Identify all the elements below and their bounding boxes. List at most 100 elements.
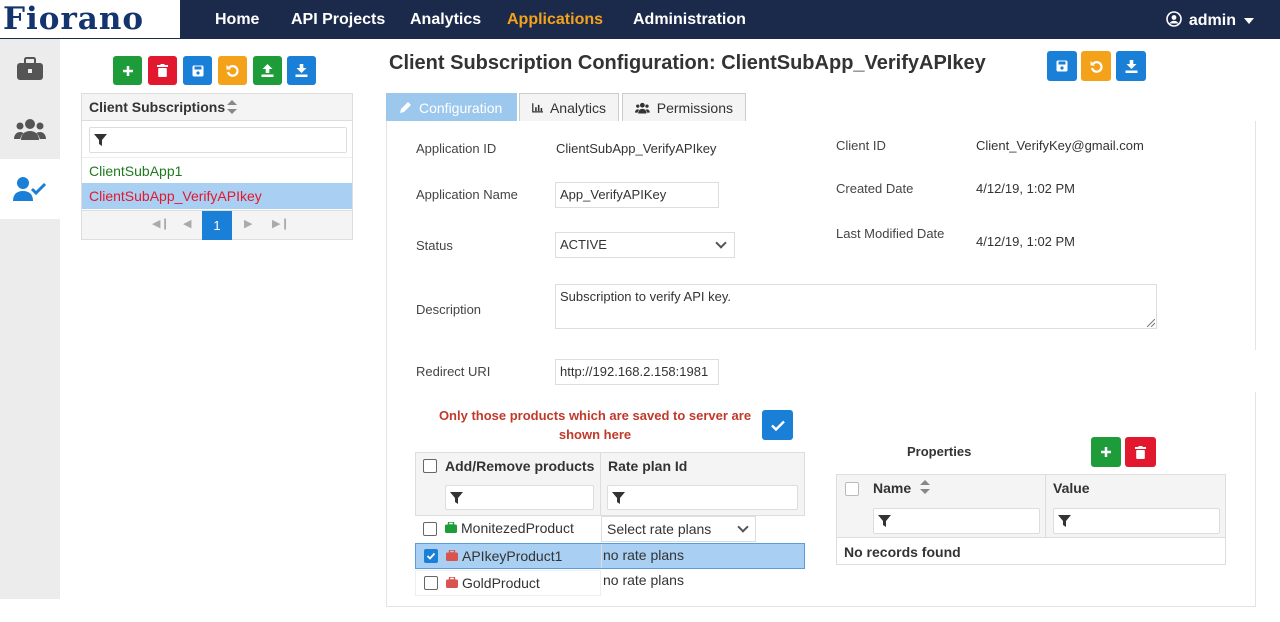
value-filter-input[interactable] [1053, 508, 1220, 534]
product-filter-input[interactable] [445, 485, 594, 510]
sidebar-item-projects[interactable] [0, 39, 60, 99]
sort-icon[interactable] [920, 480, 930, 494]
nav-administration[interactable]: Administration [633, 11, 746, 29]
pager: ◀❙ ◀ 1 ▶ ▶❙ [82, 210, 352, 240]
list-item-clientsubapp-verifyapikey[interactable]: ClientSubApp_VerifyAPIkey [82, 183, 352, 209]
page-number-button[interactable]: 1 [202, 211, 232, 240]
nav-applications[interactable]: Applications [507, 11, 603, 29]
grid-header[interactable]: Client Subscriptions [82, 94, 352, 121]
table-row[interactable]: MonitezedProduct [415, 516, 601, 542]
logo-text: Fiorano [3, 1, 145, 37]
prev-page-icon[interactable]: ◀ [183, 217, 191, 230]
confirm-products-button[interactable] [762, 410, 793, 440]
column-divider [601, 544, 602, 568]
nav-api-projects[interactable]: API Projects [291, 11, 385, 29]
add-property-button[interactable] [1091, 437, 1121, 467]
resize-handle-icon[interactable] [1147, 319, 1155, 327]
row-checkbox[interactable] [424, 576, 438, 590]
tab-analytics[interactable]: Analytics [519, 93, 619, 121]
nav-home[interactable]: Home [215, 11, 259, 29]
list-item-clientsubapp1[interactable]: ClientSubApp1 [82, 157, 352, 183]
download-button[interactable] [287, 56, 316, 85]
filter-icon [450, 492, 463, 504]
description-label: Description [416, 302, 482, 317]
rate-plan-select[interactable]: Select rate plans [601, 516, 756, 542]
delete-button[interactable] [148, 56, 177, 85]
delete-property-button[interactable] [1125, 437, 1156, 467]
add-remove-header[interactable]: Add/Remove products [445, 458, 594, 474]
users-icon [635, 102, 650, 114]
description-textarea[interactable]: Subscription to verify API key. [555, 284, 1157, 329]
table-row[interactable]: APIkeyProduct1 no rate plans [415, 543, 805, 569]
rate-plan-filter-input[interactable] [607, 485, 798, 510]
save-icon [1056, 60, 1068, 72]
tab-configuration[interactable]: Configuration [386, 93, 517, 121]
client-id-label: Client ID [836, 138, 886, 153]
chevron-down-icon [715, 237, 727, 249]
plus-icon [122, 65, 133, 76]
download-icon [295, 64, 308, 77]
user-circle-icon [1166, 11, 1183, 27]
config-download-button[interactable] [1116, 51, 1146, 81]
value-header[interactable]: Value [1053, 480, 1090, 496]
sidebar-item-users[interactable] [0, 99, 60, 159]
select-all-checkbox[interactable] [423, 459, 437, 473]
app-id-label: Application ID [416, 141, 497, 156]
filter-icon [1058, 515, 1071, 527]
next-page-icon[interactable]: ▶ [244, 217, 252, 230]
upload-button[interactable] [253, 56, 282, 85]
top-navbar: Fiorano Home API Projects Analytics Appl… [0, 0, 1280, 39]
undo-icon [226, 65, 239, 77]
bar-chart-icon [532, 102, 543, 113]
filter-icon [612, 492, 625, 504]
check-icon [770, 420, 785, 431]
upload-icon [261, 64, 274, 77]
products-notice: Only those products which are saved to s… [438, 408, 752, 442]
tab-permissions[interactable]: Permissions [622, 93, 746, 121]
config-save-button[interactable] [1047, 51, 1077, 81]
status-label: Status [416, 238, 453, 253]
properties-title: Properties [907, 444, 972, 459]
brand-logo[interactable]: Fiorano [0, 0, 180, 39]
row-checkbox[interactable] [423, 522, 437, 536]
redirect-uri-input[interactable]: http://192.168.2.158:1981 [555, 359, 719, 385]
filter-icon [94, 134, 107, 146]
first-page-icon[interactable]: ◀❙ [152, 217, 170, 230]
row-checkbox[interactable] [424, 549, 438, 563]
chevron-down-icon [737, 521, 749, 533]
save-button[interactable] [183, 56, 212, 85]
products-grid: Add/Remove products Rate plan Id Monitez… [415, 452, 805, 596]
last-modified-value: 4/12/19, 1:02 PM [976, 234, 1076, 249]
client-id-value: Client_VerifyKey@gmail.com [976, 138, 1144, 153]
name-filter-input[interactable] [873, 508, 1040, 534]
tab-label: Configuration [419, 99, 503, 116]
sidebar [0, 39, 60, 599]
table-row[interactable]: GoldProduct [415, 570, 601, 596]
app-name-input[interactable]: App_VerifyAPIKey [555, 182, 719, 208]
select-all-properties-checkbox[interactable] [845, 482, 859, 496]
form-gap [387, 350, 1255, 392]
page-title: Client Subscription Configuration: Clien… [389, 52, 986, 74]
add-button[interactable] [113, 56, 142, 85]
download-icon [1125, 59, 1137, 73]
reset-button[interactable] [218, 56, 247, 85]
product-name: GoldProduct [462, 575, 540, 591]
chevron-down-icon [1244, 17, 1254, 24]
redirect-uri-label: Redirect URI [416, 364, 491, 379]
subscription-filter-input[interactable] [89, 127, 347, 153]
user-menu[interactable]: admin [1166, 11, 1254, 30]
rate-plan-header[interactable]: Rate plan Id [608, 458, 687, 474]
status-select[interactable]: ACTIVE [555, 232, 735, 258]
status-value: ACTIVE [560, 237, 607, 252]
column-divider [1045, 475, 1046, 538]
product-icon [446, 577, 458, 588]
sidebar-item-subscriptions[interactable] [0, 159, 60, 219]
description-value: Subscription to verify API key. [560, 289, 731, 304]
config-reset-button[interactable] [1081, 51, 1111, 81]
user-check-icon [13, 177, 47, 201]
last-page-icon[interactable]: ▶❙ [272, 217, 290, 230]
form-gap-edge [1255, 350, 1280, 392]
nav-analytics[interactable]: Analytics [410, 11, 481, 29]
name-header[interactable]: Name [873, 480, 911, 496]
sort-icon[interactable] [227, 100, 237, 114]
